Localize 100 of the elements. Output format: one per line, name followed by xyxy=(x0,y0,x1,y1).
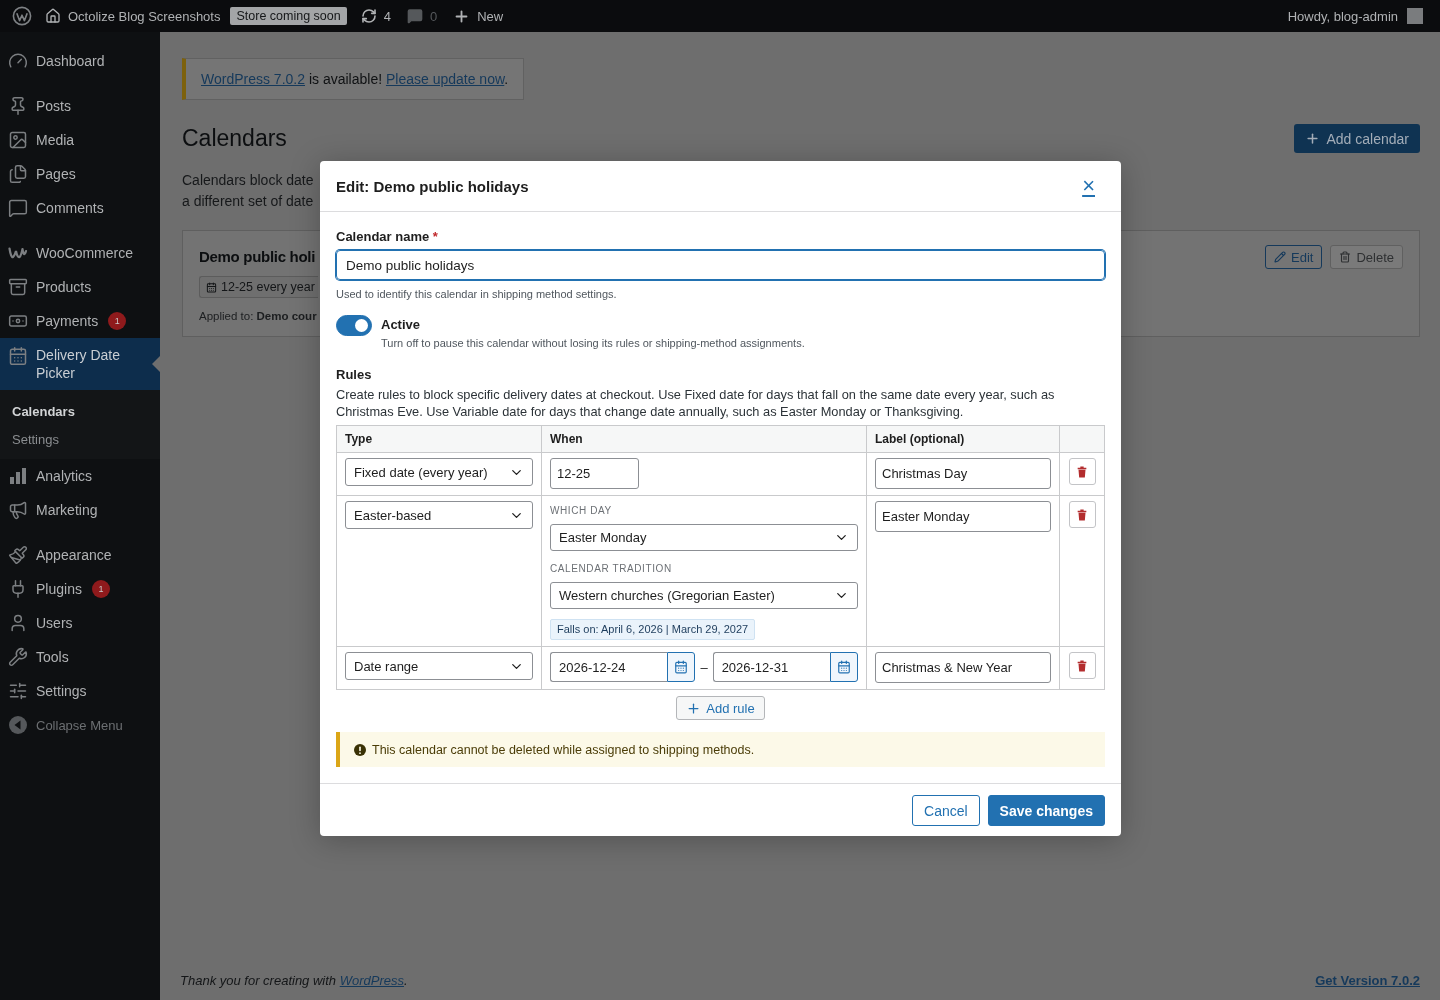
text-field[interactable]: Christmas Day xyxy=(875,458,1051,489)
notice-text: WordPress 7.0.2 is available! Please update now. xyxy=(201,71,509,87)
menu-item[interactable]: Media xyxy=(0,123,160,157)
date-field[interactable]: 2026-12-24 xyxy=(550,652,668,682)
page-description: a different set of date xyxy=(182,192,314,211)
menu-item[interactable]: Tools xyxy=(0,640,160,674)
page-title: Calendars xyxy=(182,125,287,152)
trash-icon xyxy=(1339,251,1352,263)
footer-text: Thank you for creating with WordPress. xyxy=(180,972,408,988)
menu-item[interactable]: Users xyxy=(0,606,160,640)
calendar-button[interactable] xyxy=(667,652,696,682)
save-button[interactable]: Save changes xyxy=(987,795,1105,826)
account-link[interactable]: Howdy, blog-admin xyxy=(1279,0,1431,32)
image-icon xyxy=(8,130,28,150)
refresh-icon xyxy=(360,8,377,24)
gauge-icon xyxy=(8,51,28,71)
speech-bubble-icon xyxy=(8,198,28,218)
trash-icon xyxy=(1077,659,1087,672)
alert-icon xyxy=(354,743,366,756)
plus-icon xyxy=(686,700,702,716)
field-label: Calendar name * xyxy=(336,229,439,245)
text-field[interactable]: Easter Monday xyxy=(875,501,1051,532)
calendar-icon xyxy=(8,346,28,366)
calendar-icon xyxy=(206,281,217,293)
count-badge: 1 xyxy=(91,580,110,598)
pin-icon xyxy=(8,96,28,116)
select-field[interactable]: Date range xyxy=(345,652,533,680)
site-name-link[interactable]: Octolize Blog Screenshots xyxy=(37,0,229,32)
select-field[interactable]: Easter-based xyxy=(345,501,533,529)
field-label: CALENDAR TRADITION xyxy=(550,562,672,576)
applied-to-text: Applied to: Demo cour xyxy=(199,310,317,322)
section-description: Create rules to block specific delivery dates at checkout. Use Fixed date for days that fall on the same date every year, such as Christmas Eve. Use Variable date for days that change date annually, such as Easter Monday or Thanksgiving. xyxy=(336,386,1056,420)
menu-item[interactable]: Pages xyxy=(0,157,160,191)
rule-chip: 12-25 every year xyxy=(199,276,318,298)
text-field[interactable]: Demo public holidays xyxy=(336,250,1105,280)
toggle-switch[interactable] xyxy=(336,315,372,336)
range-separator: – xyxy=(699,659,709,675)
paintbrush-icon xyxy=(8,545,28,565)
menu-item[interactable]: Analytics xyxy=(0,459,160,493)
megaphone-icon xyxy=(8,500,28,520)
menu-item[interactable]: Settings xyxy=(0,674,160,708)
count-badge: 1 xyxy=(108,312,127,330)
user-icon xyxy=(8,613,28,633)
trash-icon xyxy=(1077,508,1087,521)
field-label: WHICH DAY xyxy=(550,504,612,518)
info-chip: Falls on: April 6, 2026 | March 29, 2027 xyxy=(550,619,756,640)
sliders-icon xyxy=(8,681,28,701)
menu-item[interactable]: Dashboard xyxy=(0,44,160,78)
menu-item[interactable]: Comments xyxy=(0,191,160,225)
calendar-icon xyxy=(674,660,689,674)
updates-link[interactable]: 4 xyxy=(352,0,399,32)
date-field[interactable]: 12-25 xyxy=(550,458,639,489)
logo-icon[interactable] xyxy=(12,6,32,26)
pages-icon xyxy=(8,164,28,184)
add-calendar-button[interactable]: Add calendar xyxy=(1294,124,1420,153)
menu-item[interactable]: Posts xyxy=(0,89,160,123)
page-description: Calendars block date xyxy=(182,171,314,190)
help-text: Turn off to pause this calendar without losing its rules or shipping-method assignments. xyxy=(381,336,805,351)
trash-icon xyxy=(1077,465,1087,478)
select-field[interactable]: Easter Monday xyxy=(550,524,858,551)
text-field[interactable]: Christmas & New Year xyxy=(875,652,1051,683)
help-text: Used to identify this calendar in shipping method settings. xyxy=(336,287,618,302)
archive-box-icon xyxy=(8,277,28,297)
calendar-icon xyxy=(837,660,851,674)
section-title: Rules xyxy=(336,367,373,383)
store-status-badge: Store coming soon xyxy=(230,7,347,25)
calendar-button[interactable] xyxy=(830,652,858,682)
column-header: When xyxy=(541,425,867,453)
dialog-title: Edit: Demo public holidays xyxy=(336,177,529,195)
new-content-link[interactable]: New xyxy=(445,0,512,32)
menu-item[interactable]: Appearance xyxy=(0,538,160,572)
menu-item[interactable]: Payments 1 xyxy=(0,304,160,338)
delete-rule-button[interactable] xyxy=(1068,501,1096,528)
menu-item[interactable]: Delivery Date Picker xyxy=(0,338,160,390)
menu-item[interactable]: Marketing xyxy=(0,493,160,527)
submenu-item[interactable]: Settings xyxy=(0,426,160,454)
menu-item[interactable]: Plugins 1 xyxy=(0,572,160,606)
menu-item[interactable]: WooCommerce xyxy=(0,236,160,270)
close-button[interactable]: × xyxy=(1080,174,1097,198)
plus-icon xyxy=(1305,131,1321,146)
home-icon xyxy=(45,8,61,24)
select-field[interactable]: Western churches (Gregorian Easter) xyxy=(550,582,858,609)
column-header: Type xyxy=(336,425,542,453)
cancel-button[interactable]: Cancel xyxy=(912,795,980,826)
column-header: Label (optional) xyxy=(866,425,1060,453)
date-field[interactable]: 2026-12-31 xyxy=(712,652,830,682)
collapse-menu-button[interactable]: Collapse Menu xyxy=(0,708,160,742)
bar-chart-icon xyxy=(8,466,28,486)
pencil-icon xyxy=(1274,251,1286,263)
delete-rule-button[interactable] xyxy=(1068,458,1096,485)
select-field[interactable]: Fixed date (every year) xyxy=(345,458,533,486)
warning-text: This calendar cannot be deleted while assigned to shipping methods. xyxy=(372,742,755,757)
toggle-label: Active xyxy=(381,317,421,333)
avatar-placeholder xyxy=(1407,8,1423,24)
delete-rule-button[interactable] xyxy=(1068,652,1096,679)
add-rule-button[interactable]: Add rule xyxy=(676,696,765,720)
submenu-item[interactable]: Calendars xyxy=(0,398,160,426)
menu-item[interactable]: Products xyxy=(0,270,160,304)
wrench-icon xyxy=(8,647,28,667)
card-title: Demo public holi xyxy=(199,248,316,265)
